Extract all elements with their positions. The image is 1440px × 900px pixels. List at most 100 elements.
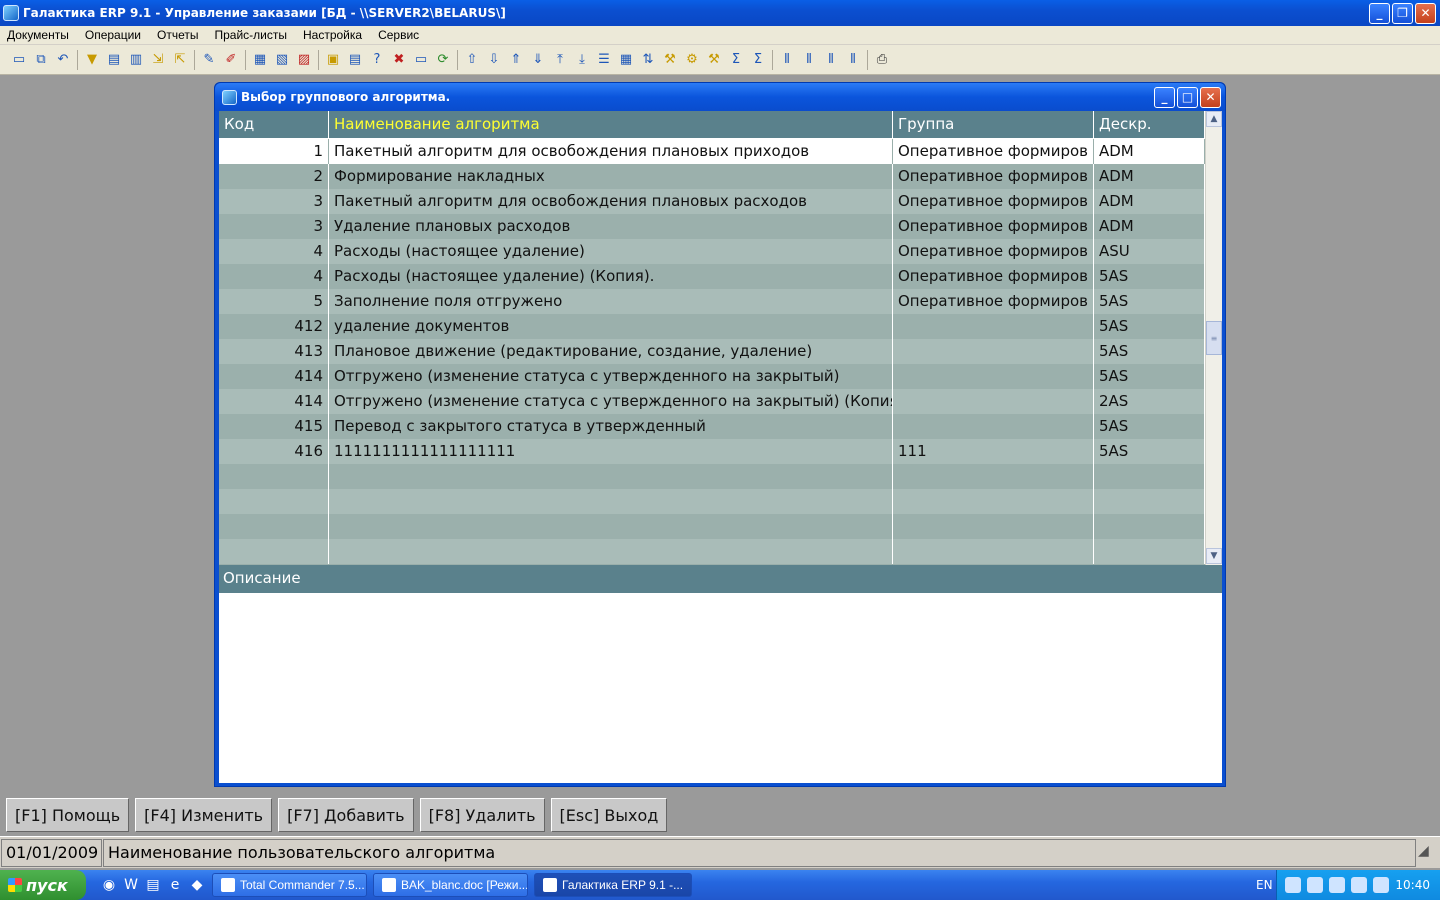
- column-header-group[interactable]: Группа: [893, 111, 1094, 138]
- table-row[interactable]: 415 Перевод с закрытого статуса в утвержд…: [219, 414, 1205, 439]
- new-doc-icon[interactable]: ▭: [8, 49, 30, 71]
- minimize-button[interactable]: _: [1369, 2, 1390, 24]
- arrow-up-icon[interactable]: ⇧: [461, 49, 483, 71]
- tray-printer-icon[interactable]: [1373, 877, 1390, 893]
- dialog-close-button[interactable]: ✕: [1200, 86, 1221, 108]
- refresh-icon[interactable]: ⟳: [432, 49, 454, 71]
- table-row[interactable]: 412 удаление документов 5AS: [219, 314, 1205, 339]
- calc2-icon[interactable]: ▤: [344, 49, 366, 71]
- scroll-up-button[interactable]: ▲: [1206, 111, 1222, 127]
- scroll-down-button[interactable]: ▼: [1206, 548, 1222, 564]
- table-row[interactable]: [219, 489, 1205, 514]
- description-area[interactable]: [219, 593, 1222, 783]
- grid-scrollbar[interactable]: ▲ ≡ ▼: [1205, 111, 1222, 565]
- arrow-up2-icon[interactable]: ⇑: [505, 49, 527, 71]
- scroll-thumb[interactable]: ≡: [1206, 321, 1222, 355]
- start-button[interactable]: пуск: [0, 870, 86, 900]
- grid-icon[interactable]: ▦: [615, 49, 637, 71]
- task-total-commander[interactable]: Total Commander 7.5...: [212, 873, 367, 897]
- edit2-icon[interactable]: ✐: [220, 49, 242, 71]
- column-header-code[interactable]: Код: [219, 111, 329, 138]
- clock[interactable]: 10:40: [1395, 878, 1430, 892]
- last-icon[interactable]: ⤓: [571, 49, 593, 71]
- window-icon[interactable]: ▭: [410, 49, 432, 71]
- pdf-icon[interactable]: ▤: [144, 876, 162, 894]
- add-button[interactable]: [F7] Добавить: [278, 798, 414, 832]
- export-icon[interactable]: ⇲: [147, 49, 169, 71]
- col4-icon[interactable]: ⦀: [842, 49, 864, 71]
- arrow-down2-icon[interactable]: ⇓: [527, 49, 549, 71]
- table-row[interactable]: 3 Удаление плановых расходов Оперативное ф…: [219, 214, 1205, 239]
- app-shortcut-icon[interactable]: ◆: [188, 876, 206, 894]
- tools-icon[interactable]: ⚒: [659, 49, 681, 71]
- table-delete-icon[interactable]: ▨: [293, 49, 315, 71]
- first-icon[interactable]: ⤒: [549, 49, 571, 71]
- close-button[interactable]: ✕: [1415, 2, 1436, 24]
- dialog-maximize-button[interactable]: □: [1177, 86, 1198, 108]
- column-header-name[interactable]: Наименование алгоритма: [329, 111, 893, 138]
- table-row[interactable]: 5 Заполнение поля отгружено Оперативное фо…: [219, 289, 1205, 314]
- table-row[interactable]: 2 Формирование накладных Оперативное форми…: [219, 164, 1205, 189]
- word-icon[interactable]: W: [122, 876, 140, 894]
- dialog-minimize-button[interactable]: _: [1154, 86, 1175, 108]
- col-icon[interactable]: ⦀: [776, 49, 798, 71]
- menu-pricelists[interactable]: Прайс-листы: [207, 28, 296, 42]
- task-word-doc[interactable]: BAK_blanc.doc [Режи...: [373, 873, 528, 897]
- tools2-icon[interactable]: ⚙: [681, 49, 703, 71]
- table-row[interactable]: 3 Пакетный алгоритм для освобождения план…: [219, 189, 1205, 214]
- help-button[interactable]: [F1] Помощь: [6, 798, 130, 832]
- sort-icon[interactable]: ⇅: [637, 49, 659, 71]
- resize-grip-icon[interactable]: ◢: [1418, 843, 1438, 863]
- table-find-icon[interactable]: ▧: [271, 49, 293, 71]
- arrow-down-icon[interactable]: ⇩: [483, 49, 505, 71]
- sigma2-icon[interactable]: Σ: [747, 49, 769, 71]
- report-icon[interactable]: ▥: [125, 49, 147, 71]
- calc-icon[interactable]: ▣: [322, 49, 344, 71]
- ie-icon[interactable]: e: [166, 876, 184, 894]
- menu-operations[interactable]: Операции: [78, 28, 150, 42]
- edit-button[interactable]: [F4] Изменить: [135, 798, 273, 832]
- menu-documents[interactable]: Документы: [0, 28, 78, 42]
- tray-network-icon[interactable]: [1307, 877, 1324, 893]
- copy-icon[interactable]: ⧉: [30, 49, 52, 71]
- print-icon[interactable]: ⎙: [871, 49, 893, 71]
- menu-reports[interactable]: Отчеты: [150, 28, 207, 42]
- table-row[interactable]: 4 Расходы (настоящее удаление) Оперативное…: [219, 239, 1205, 264]
- task-galaktika[interactable]: Галактика ERP 9.1 -...: [534, 873, 692, 897]
- system-tray: 10:40: [1276, 870, 1440, 900]
- table-icon[interactable]: ▦: [249, 49, 271, 71]
- table-row[interactable]: 413 Плановое движение (редактирование, со…: [219, 339, 1205, 364]
- table-row[interactable]: [219, 539, 1205, 564]
- column-header-descr[interactable]: Дескр.: [1094, 111, 1205, 138]
- edit-icon[interactable]: ✎: [198, 49, 220, 71]
- col3-icon[interactable]: ⦀: [820, 49, 842, 71]
- help-icon[interactable]: ?: [366, 49, 388, 71]
- table-row[interactable]: [219, 464, 1205, 489]
- undo-icon[interactable]: ↶: [52, 49, 74, 71]
- table-row[interactable]: 1 Пакетный алгоритм для освобождения план…: [219, 139, 1205, 164]
- tools3-icon[interactable]: ⚒: [703, 49, 725, 71]
- delete-button[interactable]: [F8] Удалить: [419, 798, 545, 832]
- menu-settings[interactable]: Настройка: [296, 28, 371, 42]
- sigma-icon[interactable]: Σ: [725, 49, 747, 71]
- exit-button[interactable]: [Esc] Выход: [550, 798, 668, 832]
- maximize-button[interactable]: ❐: [1392, 2, 1413, 24]
- menu-service[interactable]: Сервис: [371, 28, 428, 42]
- filter-icon[interactable]: ▼: [81, 49, 103, 71]
- delete-icon[interactable]: ✖: [388, 49, 410, 71]
- language-indicator[interactable]: EN: [1256, 878, 1273, 892]
- tray-arrow-icon[interactable]: [1285, 877, 1302, 893]
- import-icon[interactable]: ⇱: [169, 49, 191, 71]
- table-row[interactable]: 414 Отгружено (изменение статуса с утверж…: [219, 389, 1205, 414]
- tray-settings-icon[interactable]: [1329, 877, 1346, 893]
- table-row[interactable]: 4 Расходы (настоящее удаление) (Копия). Оп…: [219, 264, 1205, 289]
- chrome-icon[interactable]: ◉: [100, 876, 118, 894]
- filter-edit-icon[interactable]: ▤: [103, 49, 125, 71]
- table-row[interactable]: 414 Отгружено (изменение статуса с утверж…: [219, 364, 1205, 389]
- table-row[interactable]: 416 1111111111111111111 111 5AS: [219, 439, 1205, 464]
- col2-icon[interactable]: ⦀: [798, 49, 820, 71]
- table-row[interactable]: [219, 514, 1205, 539]
- app-title: Галактика ERP 9.1 - Управление заказами …: [23, 6, 506, 20]
- tray-volume-icon[interactable]: [1351, 877, 1368, 893]
- list-icon[interactable]: ☰: [593, 49, 615, 71]
